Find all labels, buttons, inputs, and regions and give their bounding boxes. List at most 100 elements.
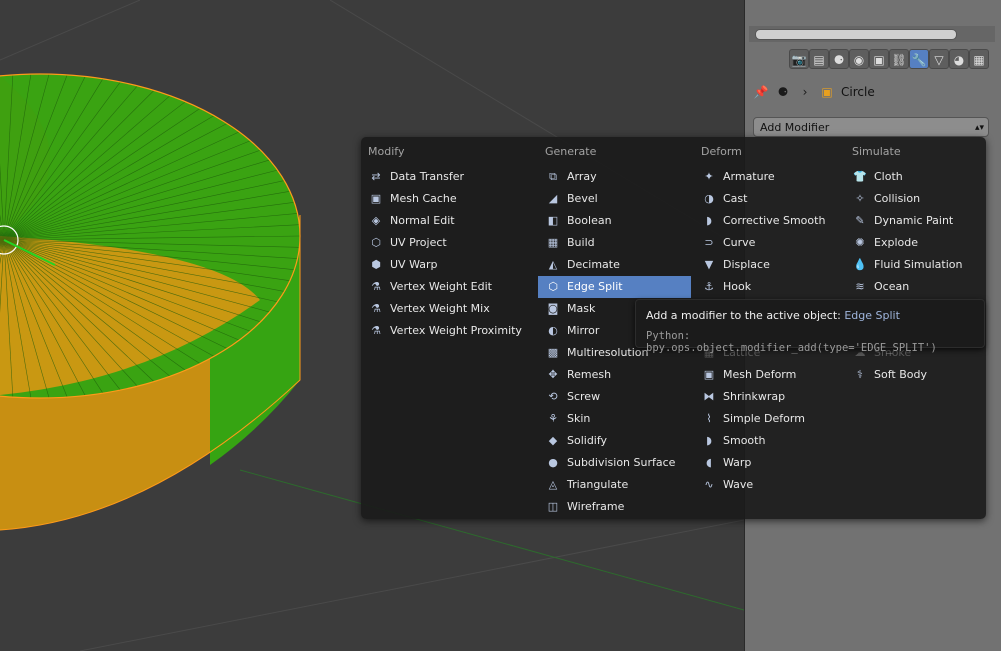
render-layers-icon[interactable]: ▤ [809, 49, 829, 69]
world-icon[interactable]: ◉ [849, 49, 869, 69]
menu-item[interactable]: ⚗ Vertex Weight Mix [361, 298, 536, 320]
menu-item[interactable]: ⬡ Edge Split [538, 276, 691, 298]
constraints-icon[interactable]: ⛓ [889, 49, 909, 69]
menu-item[interactable]: ⚕ Soft Body [845, 364, 983, 386]
horizontal-scrollbar[interactable] [749, 26, 995, 42]
add-modifier-label: Add Modifier [760, 121, 830, 134]
dropdown-arrows-icon: ▴▾ [974, 123, 984, 133]
menu-item[interactable]: ⬡ UV Project [361, 232, 536, 254]
menu-item[interactable]: ▼ Displace [694, 254, 842, 276]
wireframe-icon: ◫ [547, 500, 559, 513]
shrinkwrap-icon: ⧓ [703, 390, 715, 403]
tooltip-description: Add a modifier to the active object: Edg… [646, 309, 900, 322]
menu-item[interactable]: 👕 Cloth [845, 166, 983, 188]
bevel-icon: ◢ [548, 192, 558, 205]
menu-item-label: Ocean [874, 280, 910, 293]
uv-project-icon: ⬡ [371, 236, 381, 249]
menu-item[interactable]: ⌇ Simple Deform [694, 408, 842, 430]
render-icon[interactable]: 📷 [789, 49, 809, 69]
edge-split-icon: ⬡ [548, 280, 558, 293]
menu-item[interactable]: ⚓ Hook [694, 276, 842, 298]
menu-item[interactable]: ◆ Solidify [538, 430, 691, 452]
menu-item[interactable]: ◢ Bevel [538, 188, 691, 210]
menu-item-label: Vertex Weight Proximity [390, 324, 522, 337]
menu-item[interactable]: ◗ Corrective Smooth [694, 210, 842, 232]
menu-item-label: Displace [723, 258, 770, 271]
data-transfer-icon: ⇄ [371, 170, 381, 183]
menu-item-label: Build [567, 236, 595, 249]
menu-item-label: Mirror [567, 324, 600, 337]
menu-item[interactable]: ◧ Boolean [538, 210, 691, 232]
decimate-icon: ◭ [548, 258, 558, 271]
menu-item[interactable]: ▣ Mesh Deform [694, 364, 842, 386]
menu-column-title: Generate [545, 145, 597, 158]
add-modifier-dropdown[interactable]: Add Modifier ▴▾ [753, 117, 989, 137]
menu-item-label: UV Warp [390, 258, 438, 271]
menu-item[interactable]: ⇄ Data Transfer [361, 166, 536, 188]
multires-icon: ▩ [547, 346, 559, 359]
menu-item[interactable]: ✺ Explode [845, 232, 983, 254]
mesh-cache-icon: ▣ [370, 192, 382, 205]
object-name: Circle [841, 85, 875, 99]
menu-item-label: Skin [567, 412, 591, 425]
cloth-icon: 👕 [853, 170, 867, 183]
tooltip-value: Edge Split [844, 309, 900, 322]
menu-item-label: Explode [874, 236, 918, 249]
menu-item[interactable]: ◬ Triangulate [538, 474, 691, 496]
menu-item-label: UV Project [390, 236, 447, 249]
menu-item[interactable]: ◖ Warp [694, 452, 842, 474]
fluid-icon: 💧 [853, 258, 867, 271]
menu-item[interactable]: ⧉ Array [538, 166, 691, 188]
smooth-icon: ◗ [706, 434, 712, 447]
menu-item[interactable]: ✥ Remesh [538, 364, 691, 386]
menu-item-label: Bevel [567, 192, 598, 205]
menu-column-modify: Modify ⇄ Data Transfer ▣ Mesh Cache ◈ Normal E… [361, 144, 536, 342]
material-icon[interactable]: ◕ [949, 49, 969, 69]
menu-item-label: Corrective Smooth [723, 214, 826, 227]
menu-item[interactable]: ⚘ Skin [538, 408, 691, 430]
menu-item[interactable]: ▣ Mesh Cache [361, 188, 536, 210]
menu-item[interactable]: ≋ Ocean [845, 276, 983, 298]
texture-icon[interactable]: ▦ [969, 49, 989, 69]
menu-item[interactable]: ● Subdivision Surface [538, 452, 691, 474]
displace-icon: ▼ [704, 258, 714, 271]
menu-item-label: Data Transfer [390, 170, 464, 183]
menu-item[interactable]: ⧓ Shrinkwrap [694, 386, 842, 408]
tooltip-prefix: Add a modifier to the active object: [646, 309, 841, 322]
scene-icon[interactable]: ⚈ [829, 49, 849, 69]
data-icon[interactable]: ▽ [929, 49, 949, 69]
menu-column-title: Modify [368, 145, 405, 158]
menu-item[interactable]: 💧 Fluid Simulation [845, 254, 983, 276]
menu-item[interactable]: ✎ Dynamic Paint [845, 210, 983, 232]
menu-item[interactable]: ⬢ UV Warp [361, 254, 536, 276]
menu-item[interactable]: ◈ Normal Edit [361, 210, 536, 232]
menu-item[interactable]: ⚗ Vertex Weight Edit [361, 276, 536, 298]
menu-item-label: Smooth [723, 434, 766, 447]
menu-item-label: Armature [723, 170, 775, 183]
explode-icon: ✺ [855, 236, 865, 249]
modifiers-icon[interactable]: 🔧 [909, 49, 929, 69]
menu-item-label: Fluid Simulation [874, 258, 963, 271]
menu-item-label: Wireframe [567, 500, 625, 513]
menu-item[interactable]: ⊃ Curve [694, 232, 842, 254]
menu-item[interactable]: ◗ Smooth [694, 430, 842, 452]
menu-item[interactable]: ◭ Decimate [538, 254, 691, 276]
object-icon[interactable]: ▣ [869, 49, 889, 69]
menu-item[interactable]: ◑ Cast [694, 188, 842, 210]
vertex-weight-icon: ⚗ [371, 324, 381, 337]
skin-icon: ⚘ [548, 412, 558, 425]
menu-item[interactable]: ✧ Collision [845, 188, 983, 210]
menu-item-label: Warp [723, 456, 752, 469]
menu-item[interactable]: ▦ Build [538, 232, 691, 254]
menu-item[interactable]: ✦ Armature [694, 166, 842, 188]
simple-deform-icon: ⌇ [706, 412, 712, 425]
tooltip: Add a modifier to the active object: Edg… [635, 299, 985, 354]
menu-item[interactable]: ⚗ Vertex Weight Proximity [361, 320, 536, 342]
vertex-weight-icon: ⚗ [371, 280, 381, 293]
menu-item[interactable]: ⟲ Screw [538, 386, 691, 408]
scrollbar-thumb[interactable] [755, 29, 957, 40]
soft-body-icon: ⚕ [857, 368, 863, 381]
menu-item[interactable]: ◫ Wireframe [538, 496, 691, 518]
menu-item[interactable]: ∿ Wave [694, 474, 842, 496]
pin-icon[interactable]: 📌 [753, 84, 769, 100]
